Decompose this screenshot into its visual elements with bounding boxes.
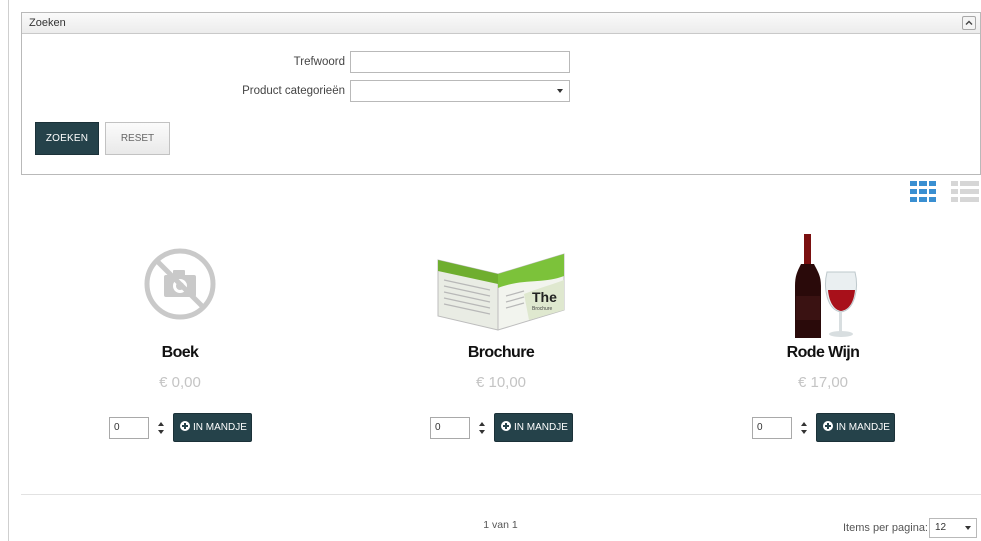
divider — [21, 494, 981, 495]
chevron-up-icon — [965, 20, 973, 25]
search-button[interactable]: ZOEKEN — [35, 122, 99, 155]
product-price: € 17,00 — [797, 374, 849, 391]
plus-circle-icon — [823, 421, 833, 431]
quantity-stepper[interactable] — [478, 417, 486, 439]
product-name[interactable]: Brochure — [381, 344, 621, 362]
add-to-cart-button[interactable]: IN MANDJE — [816, 413, 895, 442]
collapse-button[interactable] — [962, 16, 976, 30]
add-to-cart-label: IN MANDJE — [514, 422, 568, 433]
red-wine-image — [795, 234, 857, 338]
quantity-input[interactable]: 0 — [109, 417, 149, 439]
product-name[interactable]: Boek — [60, 344, 300, 362]
add-to-cart-button[interactable]: IN MANDJE — [494, 413, 573, 442]
category-label: Product categorieën — [242, 85, 345, 97]
quantity-stepper[interactable] — [157, 417, 165, 439]
quantity-input[interactable]: 0 — [752, 417, 792, 439]
search-panel: Zoeken Trefwoord Product categorieën ZOE… — [21, 12, 981, 175]
product-card: Rode Wijn € 17,00 0 IN MANDJE — [703, 226, 943, 446]
quantity-stepper[interactable] — [800, 417, 808, 439]
add-to-cart-label: IN MANDJE — [193, 422, 247, 433]
no-photo-icon — [144, 248, 216, 320]
product-price: € 10,00 — [475, 374, 527, 391]
brochure-image: The Brochure — [437, 253, 565, 331]
grid-view-icon[interactable] — [910, 181, 936, 203]
category-row: Product categorieën — [22, 80, 980, 104]
plus-circle-icon — [180, 421, 190, 431]
search-panel-title: Zoeken — [29, 17, 66, 29]
quantity-input[interactable]: 0 — [430, 417, 470, 439]
page-indicator: 1 van 1 — [483, 519, 518, 531]
chevron-down-icon — [557, 89, 563, 93]
plus-circle-icon — [501, 421, 511, 431]
keyword-label: Trefwoord — [293, 56, 345, 68]
search-panel-header: Zoeken — [22, 13, 980, 34]
items-per-page-label: Items per pagina: — [843, 522, 928, 534]
keyword-row: Trefwoord — [22, 51, 980, 75]
reset-button[interactable]: RESET — [105, 122, 170, 155]
items-per-page-select[interactable]: 12 — [929, 518, 977, 538]
category-select[interactable] — [350, 80, 570, 102]
add-to-cart-label: IN MANDJE — [836, 422, 890, 433]
chevron-down-icon — [965, 526, 971, 530]
product-card: The Brochure Brochure € 10,00 0 IN MANDJ… — [381, 226, 621, 446]
list-view-icon[interactable] — [951, 181, 979, 203]
product-card: Boek € 0,00 0 IN MANDJE — [60, 226, 300, 446]
svg-text:Brochure: Brochure — [532, 306, 553, 312]
product-name[interactable]: Rode Wijn — [703, 344, 943, 362]
keyword-input[interactable] — [350, 51, 570, 73]
product-price: € 0,00 — [159, 374, 201, 391]
add-to-cart-button[interactable]: IN MANDJE — [173, 413, 252, 442]
items-per-page-value: 12 — [935, 522, 947, 533]
svg-text:The: The — [532, 289, 557, 305]
left-border — [8, 0, 9, 541]
